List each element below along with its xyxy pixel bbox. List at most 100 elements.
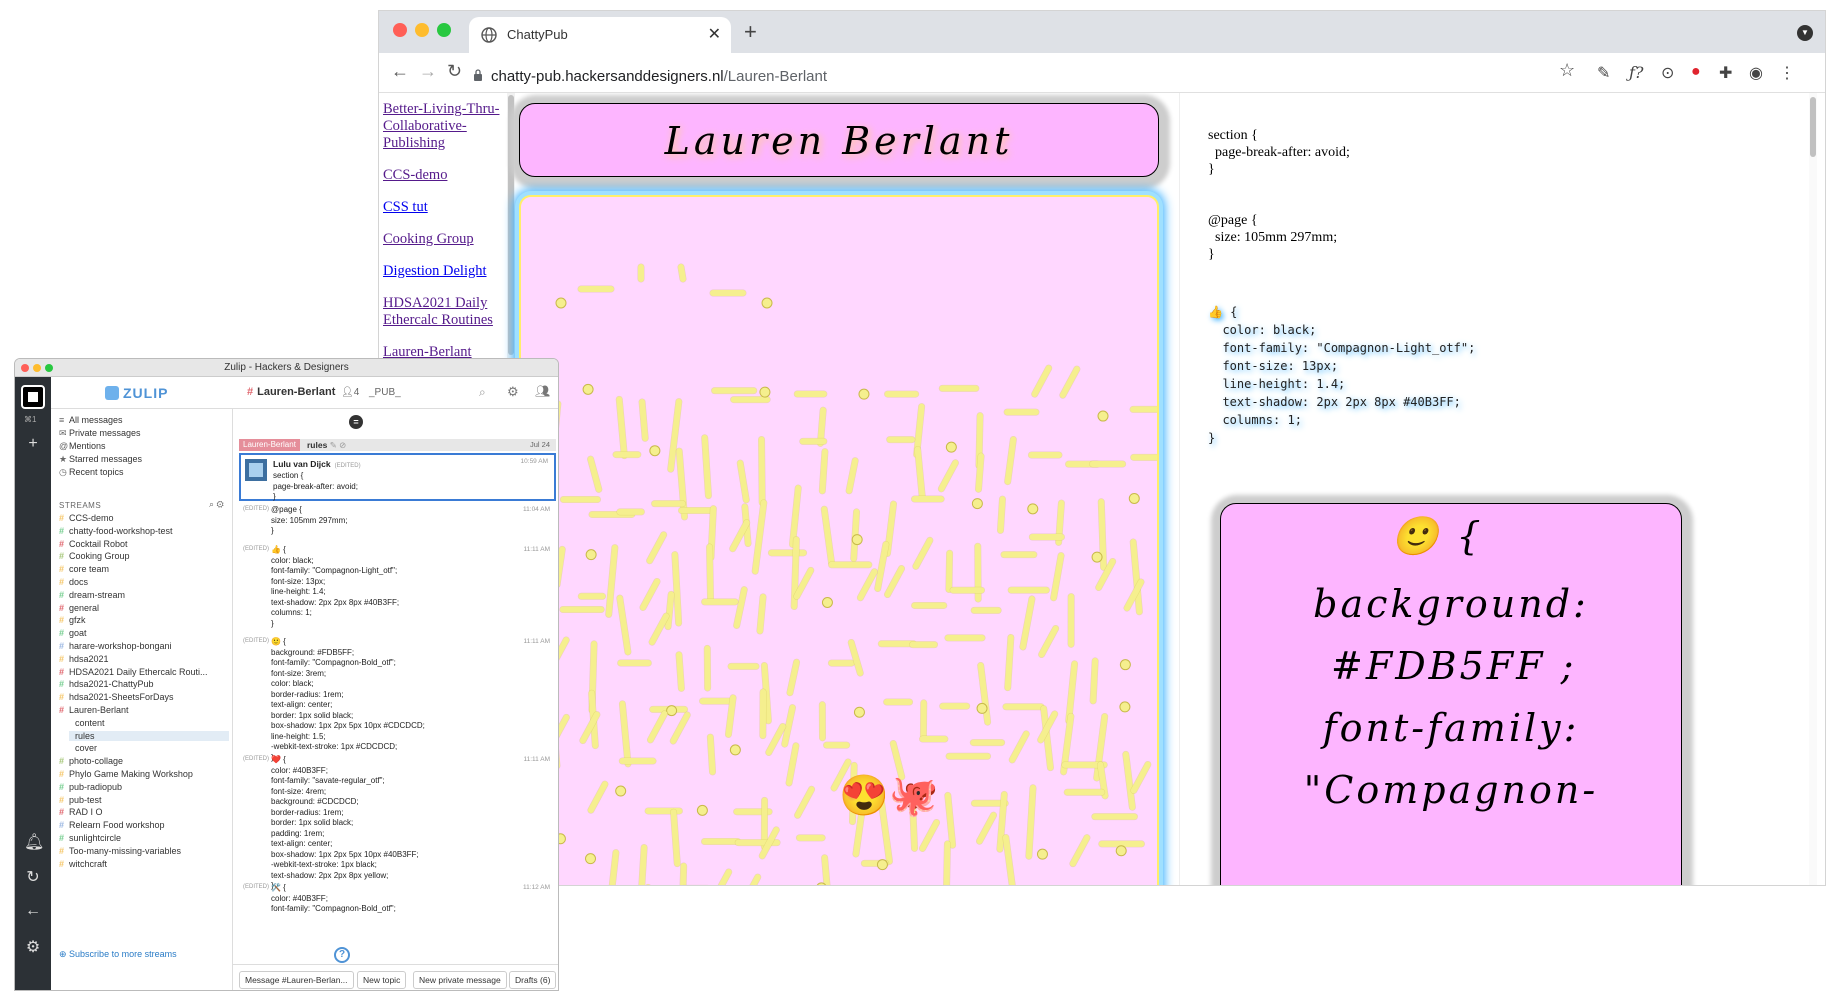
add-org-icon[interactable]: + [24,435,42,453]
topic-item-cover[interactable]: cover [75,743,97,753]
message-time[interactable]: 11:04 AM [523,506,550,513]
current-stream[interactable]: # Lauren-Berlant [247,386,335,398]
search-icon[interactable]: ⌕ [479,385,486,400]
lock-icon[interactable] [473,69,483,81]
tab-chattypub[interactable]: ChattyPub ✕ [469,17,731,53]
unread-indicator-icon[interactable]: = [349,415,363,429]
close-window-button[interactable] [393,23,407,37]
stream-item[interactable]: # pub-radiopub [59,782,122,792]
nav-link-ccs-demo[interactable]: CCS-demo [383,167,507,184]
pen-extension-icon[interactable]: ✎ [1597,63,1610,83]
stream-item[interactable]: # photo-collage [59,756,123,766]
stream-item[interactable]: # Lauren-Berlant [59,705,129,715]
new-tab-button[interactable]: + [744,19,757,45]
compose-message-button[interactable]: Message #Lauren-Berlan... [239,971,354,989]
zulip-zoom-button[interactable] [45,364,53,372]
opera-extension-icon[interactable]: ● [1691,63,1701,81]
stream-search-icon[interactable]: ⌕ ⚙ [209,499,224,510]
reload-icon[interactable]: ↻ [447,61,462,82]
stream-item[interactable]: # harare-workshop-bongani [59,641,172,651]
message-sender[interactable]: Lulu van Dijck (EDITED) [273,459,361,469]
nav-link-better-living[interactable]: Better-Living-Thru-Collaborative-Publish… [383,101,507,152]
recipient-topic[interactable]: rules ✎ ⊘ [307,439,346,451]
stream-item[interactable]: # Phylo Game Making Workshop [59,769,193,779]
reload-icon[interactable]: ↻ [24,867,42,887]
nav-recent-topics[interactable]: ◷ Recent topics [59,467,124,478]
stream-item[interactable]: # CCS-demo [59,513,114,523]
zulip-close-button[interactable] [21,364,29,372]
zulip-logo[interactable]: ZULIP [105,385,168,401]
zulip-minimize-button[interactable] [33,364,41,372]
recipient-stream[interactable]: Lauren-Berlant [239,439,300,451]
puzzle-extensions-icon[interactable]: ✚ [1719,63,1732,83]
stream-item[interactable]: # pub-test [59,795,102,805]
org-icon[interactable] [21,385,45,409]
message-1[interactable]: Lulu van Dijck (EDITED) 10:59 AM section … [239,453,556,501]
stream-item[interactable]: # hdsa2021 [59,654,109,664]
tab-search-icon[interactable]: ▼ [1797,25,1813,41]
stream-item[interactable]: # Cooking Group [59,551,130,561]
subscriber-count[interactable]: 👤︎4 [341,387,359,398]
message-time[interactable]: 11:11 AM [524,546,551,553]
message-6[interactable]: (EDITED) 11:12 AM 🛠️ { color: #40B3FF; f… [239,881,556,921]
stream-item[interactable]: # HDSA2021 Daily Ethercalc Routi... [59,667,208,677]
avatar[interactable] [245,459,267,481]
stream-item[interactable]: # dream-stream [59,590,125,600]
back-arrow-icon[interactable]: ← [24,902,42,920]
new-topic-button[interactable]: New topic [357,971,407,989]
message-time[interactable]: 11:11 AM [524,638,551,645]
nav-link-css-tut[interactable]: CSS tut [383,199,507,216]
stream-item[interactable]: # general [59,603,99,613]
message-time[interactable]: 11:12 AM [523,884,550,891]
stream-item[interactable]: # sunlightcircle [59,833,121,843]
topic-item-content[interactable]: content [75,718,105,728]
nav-link-digestion-delight[interactable]: Digestion Delight [383,263,507,280]
new-private-message-button[interactable]: New private message [413,971,507,989]
message-time[interactable]: 10:59 AM [521,458,548,465]
users-icon[interactable]: 👥︎ [535,384,550,398]
nav-all-messages[interactable]: ≡ All messages [59,415,123,425]
help-question-icon[interactable]: ? [334,947,350,963]
play-extension-icon[interactable]: ⊙ [1661,63,1674,83]
bell-icon[interactable]: 🔔︎ [24,832,44,852]
profile-avatar-icon[interactable]: ◉ [1749,63,1763,83]
forward-icon[interactable]: → [419,61,437,82]
stream-item[interactable]: # core team [59,564,109,574]
nav-link-cooking-group[interactable]: Cooking Group [383,231,507,248]
font-extension-icon[interactable]: ƒ? [1629,63,1644,82]
message-5[interactable]: (EDITED) 11:11 AM ❤️ { color: #40B3FF; f… [239,753,556,890]
close-tab-icon[interactable]: ✕ [708,24,721,44]
stream-item[interactable]: # docs [59,577,88,587]
message-time[interactable]: 11:11 AM [524,756,551,763]
settings-gear-icon[interactable]: ⚙ [24,937,42,957]
stream-item[interactable]: # goat [59,628,87,638]
stream-item[interactable]: # Relearn Food workshop [59,820,165,830]
address-bar[interactable]: chatty-pub.hackersanddesigners.nl/Lauren… [491,68,827,85]
message-4[interactable]: (EDITED) 11:11 AM 🙂 { background: #FDB5F… [239,635,556,762]
minimize-window-button[interactable] [415,23,429,37]
zoom-window-button[interactable] [437,23,451,37]
drafts-button[interactable]: Drafts (6) [509,971,557,989]
stream-item[interactable]: # RAD I O [59,807,103,817]
settings-icon[interactable]: ⚙ [507,384,519,400]
message-2[interactable]: (EDITED) 11:04 AM @page { size: 105mm 29… [239,503,556,541]
stream-item[interactable]: # Cocktail Robot [59,539,128,549]
stream-item[interactable]: # chatty-food-workshop-test [59,526,173,536]
stream-item[interactable]: # gfzk [59,615,86,625]
nav-link-hdsa2021[interactable]: HDSA2021 Daily Ethercalc Routines [383,295,507,329]
stream-item[interactable]: # hdsa2021-ChattyPub [59,679,154,689]
recipient-bar[interactable]: Lauren-Berlant rules ✎ ⊘ Jul 24 [239,439,556,451]
more-menu-icon[interactable]: ⋮ [1779,63,1795,83]
css-panel-scrollbar[interactable] [1809,93,1817,885]
message-3[interactable]: (EDITED) 11:11 AM 👍 { color: black; font… [239,543,556,633]
stream-item[interactable]: # Too-many-missing-variables [59,846,181,856]
bookmark-star-icon[interactable]: ☆ [1559,60,1575,81]
nav-mentions[interactable]: @Mentions [59,441,106,451]
stream-item[interactable]: # witchcraft [59,859,107,869]
topic-item-rules[interactable]: rules [69,730,229,741]
back-icon[interactable]: ← [391,61,409,82]
subscribe-more-link[interactable]: ⊕ Subscribe to more streams [59,949,177,960]
nav-starred[interactable]: ★ Starred messages [59,454,142,465]
nav-private-messages[interactable]: ✉ Private messages [59,428,141,439]
stream-item[interactable]: # hdsa2021-SheetsForDays [59,692,174,702]
